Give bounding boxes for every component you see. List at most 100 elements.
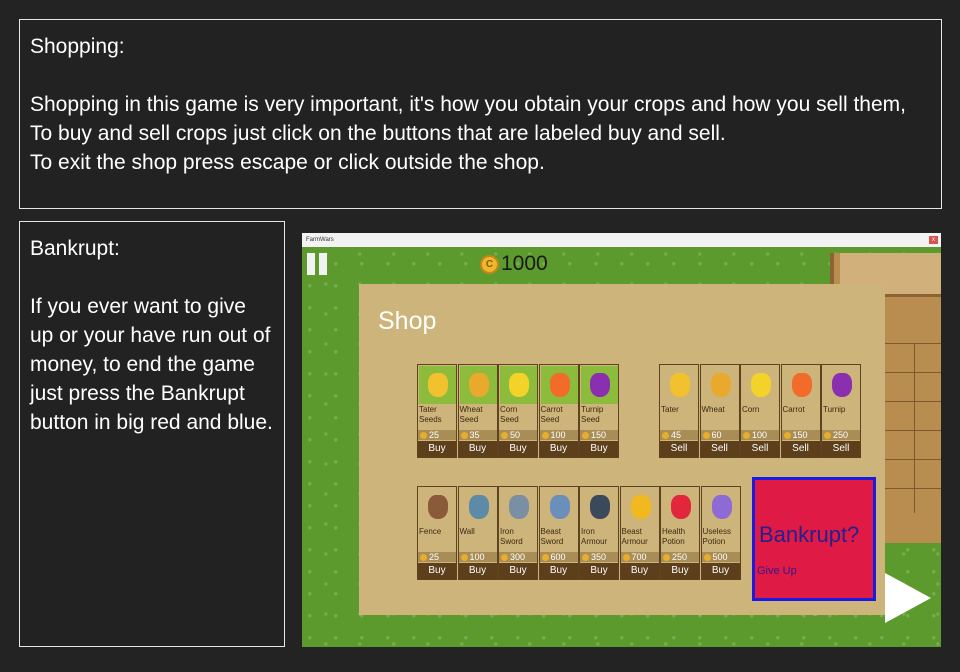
- pause-bar: [307, 253, 315, 275]
- seed-item: Tater Seeds 25 Buy: [417, 364, 457, 458]
- coin-icon: [460, 431, 468, 439]
- shop-item-image-icon: [540, 488, 578, 526]
- seed-buy-button[interactable]: Buy: [580, 441, 618, 457]
- seed-item-name: Carrot Seed: [540, 405, 563, 424]
- shop-buy-button[interactable]: Buy: [661, 563, 699, 579]
- close-button[interactable]: x: [929, 236, 938, 244]
- game-screenshot: FarmWars x C 1000 TURN Shop Tater Seeds2…: [302, 233, 941, 647]
- seed-item-price: 150: [580, 430, 618, 440]
- shop-buy-button[interactable]: Buy: [539, 563, 578, 579]
- shop-item-price-value: 25: [429, 552, 440, 562]
- shop-item-price-value: 350: [591, 552, 607, 562]
- turn-arrow-icon[interactable]: [885, 573, 931, 623]
- coin-icon: [824, 431, 831, 439]
- shop-item-price-value: 300: [510, 552, 526, 562]
- shop-item-image-icon: [621, 488, 659, 526]
- crop-sell-button[interactable]: Sell: [822, 441, 860, 457]
- board-grid: [884, 343, 941, 513]
- seed-item-image-icon: [540, 366, 578, 404]
- seed-item-price-value: 50: [510, 430, 521, 440]
- crop-sell-button[interactable]: Sell: [660, 441, 698, 457]
- shop-buy-button[interactable]: Buy: [458, 563, 497, 579]
- shop-item: Wall 100 Buy: [457, 486, 498, 580]
- crop-item-image-icon: [661, 366, 698, 404]
- crop-sell-button[interactable]: Sell: [781, 441, 820, 457]
- crop-item-image-icon: [823, 366, 860, 404]
- crop-sell-button[interactable]: Sell: [700, 441, 739, 457]
- game-window-title: FarmWars: [306, 237, 334, 243]
- bankrupt-button[interactable]: Bankrupt? Give Up: [752, 477, 876, 601]
- shop-item-price-value: 500: [712, 552, 728, 562]
- shop-item-graphic-icon: [671, 495, 691, 519]
- crop-item-price: 250: [822, 430, 860, 440]
- item-shop-row: Fence 25 Buy Wall 100 Buy Iron Sword 300 Buy Beas…: [417, 486, 741, 580]
- shop-item-image-icon: [662, 488, 699, 526]
- shopping-heading: Shopping:: [30, 35, 125, 58]
- seed-buy-button[interactable]: Buy: [418, 441, 456, 457]
- seed-buy-button[interactable]: Buy: [499, 441, 537, 457]
- seed-item-price: 35: [458, 430, 497, 440]
- shop-item-price: 250: [661, 552, 699, 562]
- crop-item-price: 60: [700, 430, 739, 440]
- shop-item-price: 300: [499, 552, 537, 562]
- seed-item-price: 100: [539, 430, 578, 440]
- crop-item-price-value: 150: [792, 430, 808, 440]
- give-up-label: Give Up: [757, 565, 797, 577]
- coin-icon: [743, 431, 750, 439]
- shop-item-price: 700: [620, 552, 659, 562]
- seed-buy-button[interactable]: Buy: [539, 441, 578, 457]
- shop-item-name: Beast Sword: [540, 527, 564, 546]
- shop-item-name: Wall: [459, 527, 475, 536]
- coin-icon: [582, 553, 589, 561]
- shop-item: Beast Sword 600 Buy: [538, 486, 579, 580]
- shop-item-graphic-icon: [468, 495, 489, 519]
- shop-item-image-icon: [459, 488, 497, 526]
- shop-item-name: Beast Armour: [621, 527, 648, 546]
- bankrupt-heading: Bankrupt:: [30, 237, 120, 260]
- shop-item-image-icon: [702, 488, 740, 526]
- seed-item-price-value: 25: [429, 430, 440, 440]
- seed-item-price: 25: [418, 430, 456, 440]
- shop-item: Beast Armour 700 Buy: [619, 486, 660, 580]
- coin-icon: [501, 431, 508, 439]
- bankrupt-help-panel: Bankrupt: If you ever want to give up or…: [19, 221, 285, 647]
- pause-button[interactable]: [307, 253, 329, 275]
- shop-buy-button[interactable]: Buy: [580, 563, 618, 579]
- crop-item-price-value: 60: [711, 430, 722, 440]
- crop-item: Tater 45 Sell: [659, 364, 699, 458]
- shopping-paragraph: Shopping in this game is very important,…: [30, 93, 906, 145]
- shop-item: Fence 25 Buy: [417, 486, 457, 580]
- shop-item-price-value: 100: [469, 552, 485, 562]
- seed-item-price: 50: [499, 430, 537, 440]
- shop-buy-button[interactable]: Buy: [418, 563, 456, 579]
- coin-icon: [662, 431, 669, 439]
- shop-buy-button[interactable]: Buy: [620, 563, 659, 579]
- shop-item-graphic-icon: [590, 495, 610, 519]
- bankrupt-button-title: Bankrupt?: [759, 522, 860, 547]
- coin-icon: [663, 553, 670, 561]
- crop-item-name: Carrot: [782, 405, 805, 414]
- crop-item-price: 45: [660, 430, 698, 440]
- shopping-help-panel: Shopping: Shopping in this game is very …: [19, 19, 942, 209]
- seed-shop-row: Tater Seeds 25 Buy Wheat Seed 35 Buy Corn Seed…: [417, 364, 620, 458]
- crop-item-graphic-icon: [832, 373, 852, 397]
- shop-buy-button[interactable]: Buy: [701, 563, 740, 579]
- seed-item-name: Corn Seed: [500, 405, 519, 424]
- shop-item-name: Fence: [419, 527, 442, 536]
- pause-bar: [319, 253, 327, 275]
- crop-item-image-icon: [782, 366, 820, 404]
- crop-item: Wheat 60 Sell: [699, 364, 740, 458]
- seed-item-price-value: 150: [591, 430, 607, 440]
- seed-item-graphic-icon: [509, 373, 529, 397]
- crop-sell-row: Tater 45 Sell Wheat 60 Sell Corn 100 Sell Carrot 1…: [659, 364, 862, 458]
- crop-item-name: Wheat: [701, 405, 725, 414]
- shop-item-graphic-icon: [428, 495, 448, 519]
- shop-buy-button[interactable]: Buy: [499, 563, 537, 579]
- seed-buy-button[interactable]: Buy: [458, 441, 497, 457]
- seed-item-name: Wheat Seed: [459, 405, 483, 424]
- crop-item: Carrot 150 Sell: [780, 364, 821, 458]
- shop-item-price: 600: [539, 552, 578, 562]
- crop-sell-button[interactable]: Sell: [741, 441, 779, 457]
- seed-item-name: Turnip Seed: [581, 405, 604, 424]
- seed-item-graphic-icon: [549, 373, 570, 397]
